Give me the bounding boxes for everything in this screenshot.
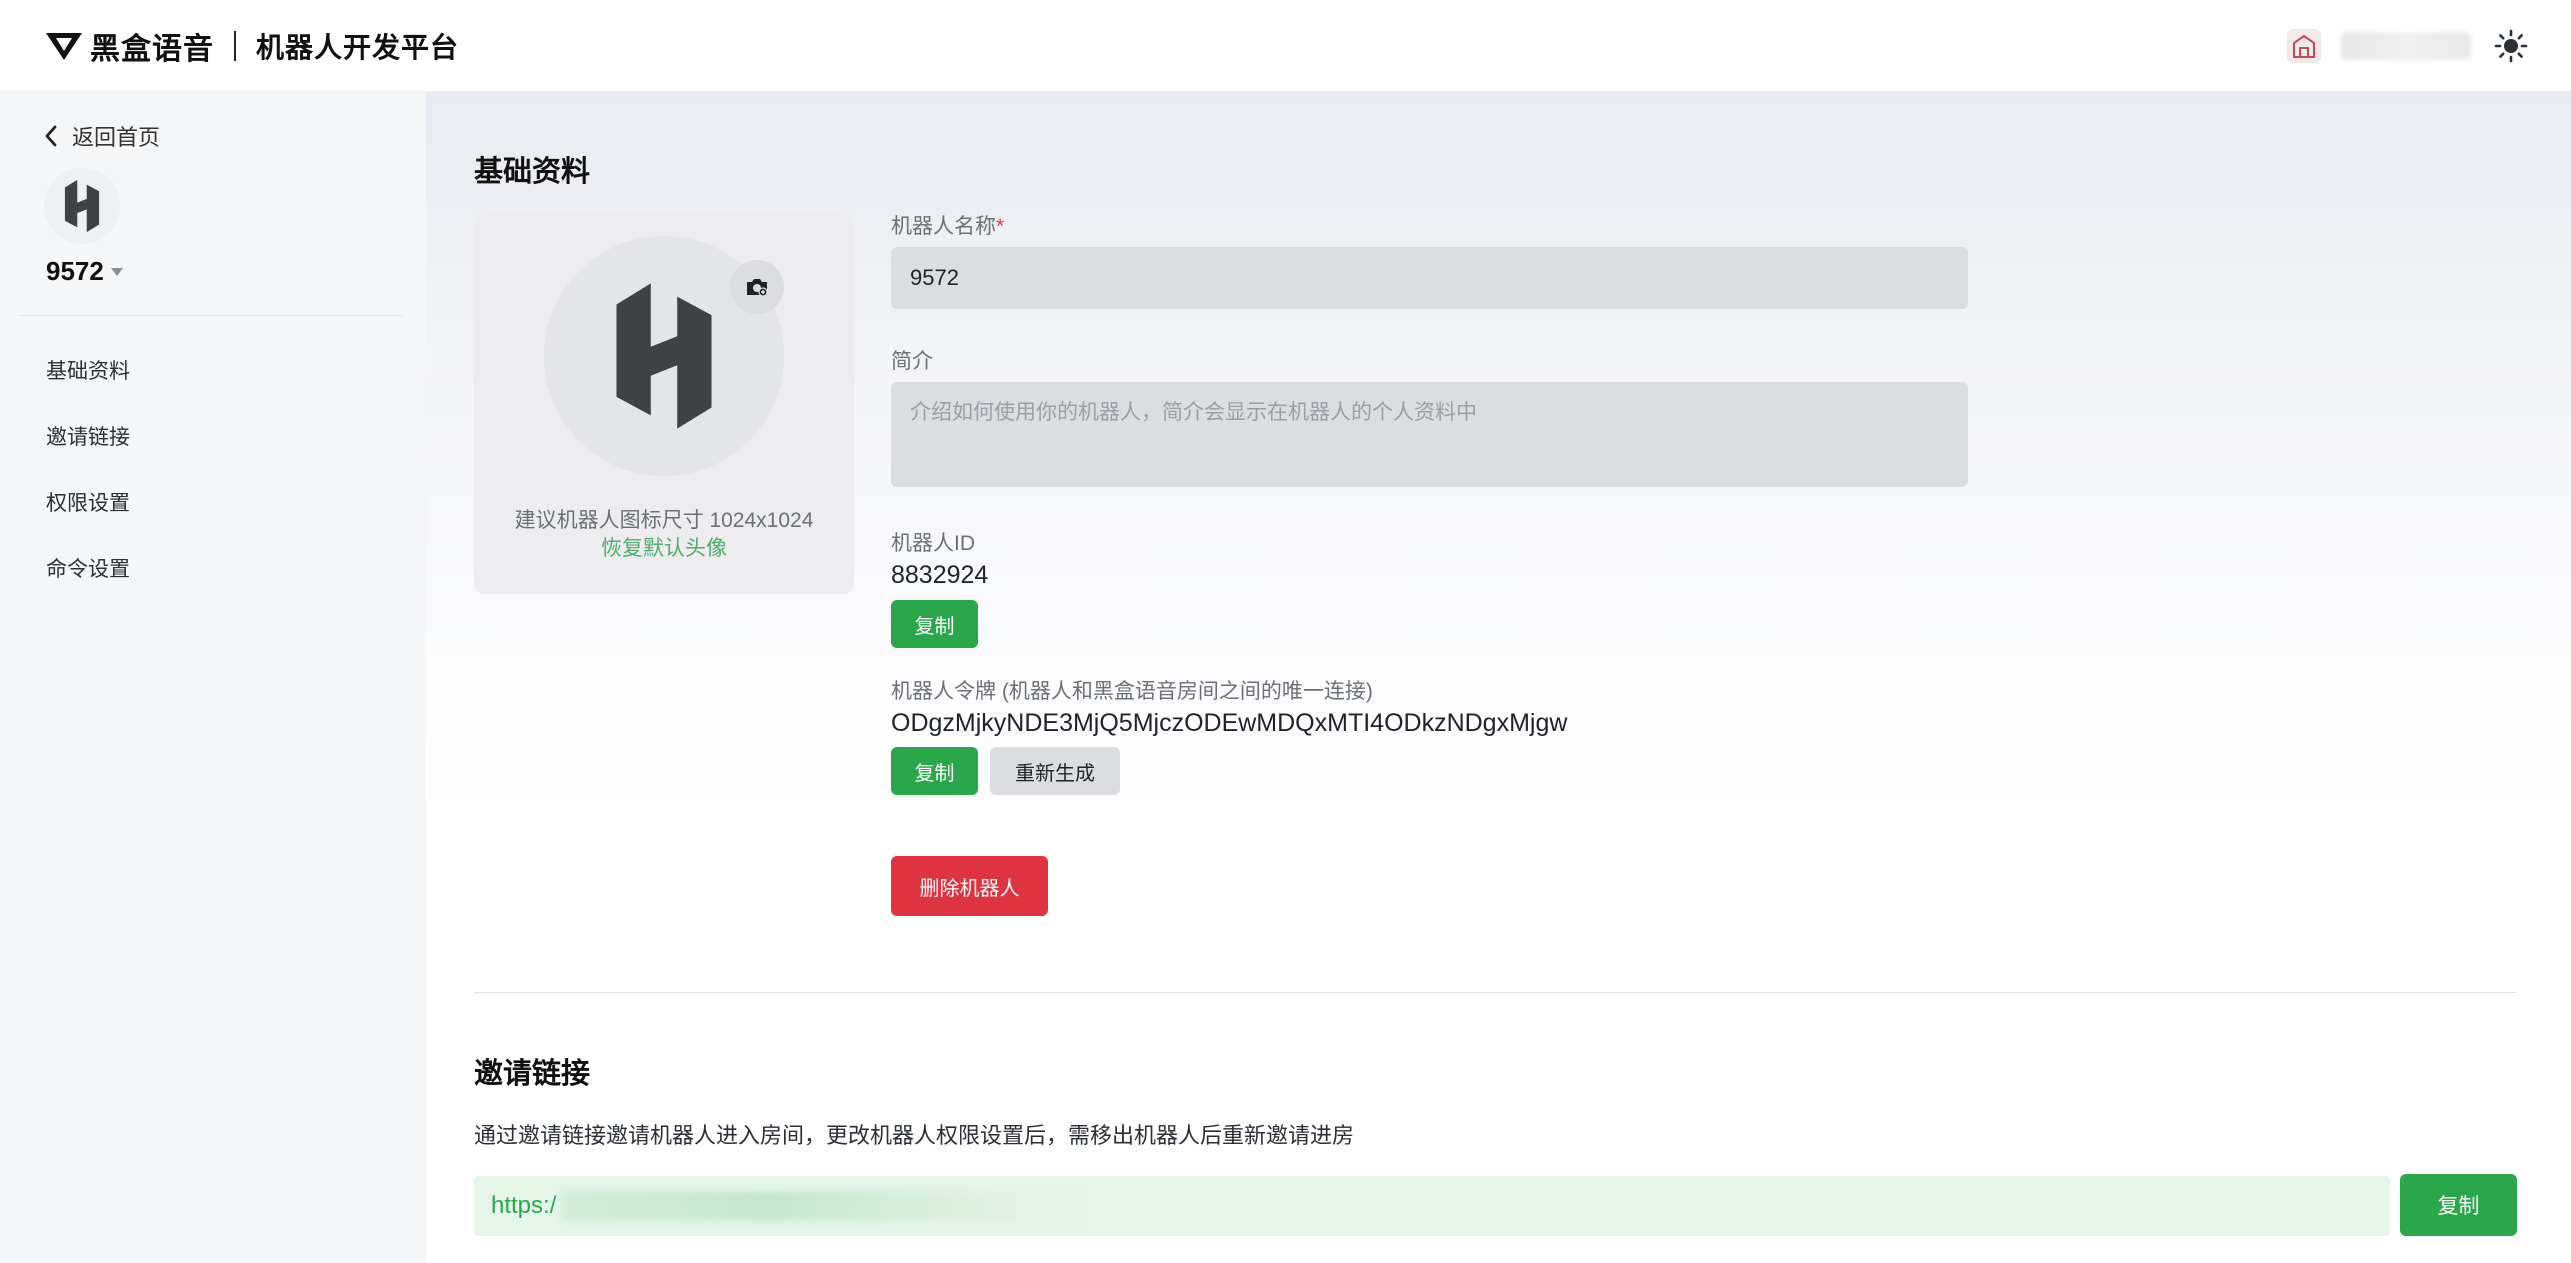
upload-avatar-button[interactable] xyxy=(730,260,784,314)
bot-name-label: 机器人名称* xyxy=(891,215,1005,238)
sidebar-nav: 基础资料 邀请链接 权限设置 命令设置 xyxy=(46,337,130,601)
bot-id-label: 机器人ID xyxy=(891,532,975,555)
user-area xyxy=(2287,0,2531,92)
bot-token-label: 机器人令牌 (机器人和黑盒语音房间之间的唯一连接) xyxy=(891,680,1373,703)
bot-name: 9572 xyxy=(46,256,104,286)
heybox-logo-icon[interactable] xyxy=(44,29,84,63)
top-bar: 黑盒语音 机器人开发平台 xyxy=(0,0,2571,92)
back-home-label: 返回首页 xyxy=(72,125,161,150)
required-mark: * xyxy=(996,215,1005,238)
caret-down-icon xyxy=(110,267,123,276)
avatar-size-hint: 建议机器人图标尺寸 1024x1024 xyxy=(514,509,814,532)
sidebar-item-basic-info[interactable]: 基础资料 xyxy=(46,337,130,403)
intro-label: 简介 xyxy=(891,350,933,373)
intro-textarea[interactable] xyxy=(891,382,1968,487)
camera-add-icon xyxy=(747,279,768,297)
sidebar-item-invite-link[interactable]: 邀请链接 xyxy=(46,403,130,469)
bot-avatar xyxy=(44,168,120,244)
bot-id-value: 8832924 xyxy=(891,561,989,589)
sidebar-divider xyxy=(20,315,402,316)
bot-token-value: ODgzMjkyNDE3MjQ5MjczODEwMDQxMTI4ODkzNDgx… xyxy=(891,709,1568,737)
sidebar-item-permissions[interactable]: 权限设置 xyxy=(46,469,130,535)
regenerate-token-button[interactable]: 重新生成 xyxy=(990,747,1120,795)
bot-switcher[interactable]: 9572 xyxy=(46,256,124,287)
brand-name[interactable]: 黑盒语音 xyxy=(90,24,214,68)
reset-avatar-link[interactable]: 恢复默认头像 xyxy=(474,532,854,562)
avatar-card: 建议机器人图标尺寸 1024x1024 恢复默认头像 xyxy=(474,214,854,594)
copy-id-button[interactable]: 复制 xyxy=(891,600,978,648)
invite-link-redacted xyxy=(562,1191,1083,1221)
sidebar-item-commands[interactable]: 命令设置 xyxy=(46,535,130,601)
invite-description: 通过邀请链接邀请机器人进入房间，更改机器人权限设置后，需移出机器人后重新邀请进房 xyxy=(474,1123,1355,1148)
back-home-link[interactable]: 返回首页 xyxy=(44,120,160,152)
user-avatar[interactable] xyxy=(2287,29,2321,63)
user-name-redacted[interactable] xyxy=(2341,32,2471,60)
theme-toggle-sun-icon[interactable] xyxy=(2491,26,2531,66)
invite-link-text: https:/ xyxy=(491,1192,557,1219)
basic-info-title: 基础资料 xyxy=(474,156,591,188)
invite-link-title: 邀请链接 xyxy=(474,1058,591,1090)
invite-link-field[interactable]: https:/ xyxy=(474,1176,2390,1236)
header-divider xyxy=(234,30,236,61)
platform-title: 机器人开发平台 xyxy=(256,31,460,63)
section-divider xyxy=(474,992,2517,993)
bot-avatar-logo-icon xyxy=(616,283,712,429)
copy-invite-link-button[interactable]: 复制 xyxy=(2400,1174,2517,1236)
main-content: 基础资料 建议机器人图标尺寸 1024x1024 恢复默认头像 机器人名称* 简… xyxy=(426,92,2571,1263)
copy-token-button[interactable]: 复制 xyxy=(891,747,978,795)
bot-logo-icon xyxy=(64,179,100,233)
sidebar: 返回首页 9572 基础资料 邀请链接 权限设置 命令设置 xyxy=(0,92,426,1263)
bot-name-input[interactable] xyxy=(891,247,1968,309)
delete-bot-button[interactable]: 删除机器人 xyxy=(891,856,1048,916)
chevron-left-icon xyxy=(45,125,57,147)
